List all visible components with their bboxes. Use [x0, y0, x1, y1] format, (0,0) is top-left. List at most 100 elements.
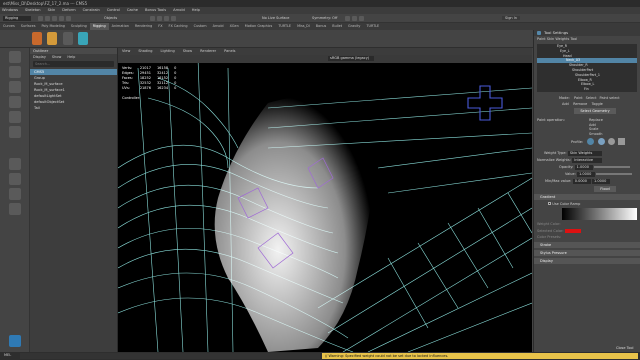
- undo-icon[interactable]: [59, 16, 64, 21]
- mode-option[interactable]: Paint select: [599, 96, 619, 100]
- outliner-item[interactable]: Tail: [30, 105, 117, 111]
- max-value-field[interactable]: 1.0000: [592, 179, 611, 184]
- rotate-tool-icon[interactable]: [9, 111, 21, 123]
- shelf-tab[interactable]: XGen: [227, 23, 242, 30]
- shelf-tab[interactable]: Rendering: [132, 23, 155, 30]
- scale-tool-icon[interactable]: [9, 126, 21, 138]
- paint-op-option[interactable]: Smooth: [589, 132, 640, 137]
- weight-type-dropdown[interactable]: Skin Weights: [567, 151, 602, 156]
- value-slider[interactable]: [596, 173, 633, 175]
- outliner-search[interactable]: [33, 61, 114, 67]
- profile-gaussian-icon[interactable]: [587, 138, 595, 145]
- shelf-tab[interactable]: Bonus: [313, 23, 329, 30]
- shelf-tab[interactable]: TURTLE: [275, 23, 294, 30]
- shelf-tab[interactable]: FX: [155, 23, 165, 30]
- outliner-search-input[interactable]: [33, 61, 114, 67]
- graph-layout-icon[interactable]: [9, 203, 21, 215]
- new-scene-icon[interactable]: [38, 16, 43, 21]
- section-header[interactable]: Stylus Pressure: [534, 250, 640, 256]
- workspace-selector[interactable]: Rigging: [3, 16, 31, 21]
- menu-control[interactable]: Control: [105, 7, 120, 14]
- influence-item[interactable]: Fin: [537, 87, 637, 92]
- ipr-render-icon[interactable]: [352, 16, 357, 21]
- bind-skin-icon[interactable]: [62, 32, 73, 45]
- menu-skin[interactable]: Skin: [46, 7, 56, 14]
- shelf-tab[interactable]: FX Caching: [166, 23, 191, 30]
- viewport-menu-panels[interactable]: Panels: [224, 49, 235, 53]
- opacity-slider[interactable]: [593, 166, 630, 168]
- menu-bonus-tools[interactable]: Bonus Tools: [143, 7, 166, 14]
- snap-grid-icon[interactable]: [150, 16, 155, 21]
- color-management-field[interactable]: sRGB gamma (legacy): [328, 56, 374, 61]
- section-header[interactable]: Stroke: [534, 242, 640, 248]
- viewport-menu-lighting[interactable]: Lighting: [161, 49, 175, 53]
- viewport[interactable]: View Shading Lighting Show Renderer Panels sR…: [118, 48, 532, 352]
- shelf-tab[interactable]: Arnold: [210, 23, 227, 30]
- flood-button[interactable]: Flood: [594, 186, 616, 192]
- toggle-radio[interactable]: Toggle: [592, 102, 603, 106]
- command-input[interactable]: [20, 353, 320, 359]
- menu-arnold[interactable]: Arnold: [171, 7, 185, 14]
- close-tool-button[interactable]: Close Tool: [616, 346, 633, 350]
- viewport-menu-show[interactable]: Show: [183, 49, 192, 53]
- profile-soft-icon[interactable]: [597, 138, 605, 145]
- sign-in-button[interactable]: Sign In: [502, 16, 520, 20]
- mel-label[interactable]: MEL: [4, 353, 11, 357]
- viewport-menu-renderer[interactable]: Renderer: [200, 49, 216, 53]
- menu-constrain[interactable]: Constrain: [81, 7, 100, 14]
- symmetry-label[interactable]: Symmetry: Off: [312, 16, 337, 20]
- menu-help[interactable]: Help: [190, 7, 200, 14]
- snap-curve-icon[interactable]: [157, 16, 162, 21]
- save-scene-icon[interactable]: [52, 16, 57, 21]
- shelf-tab[interactable]: Rigging: [89, 23, 109, 30]
- mode-option[interactable]: Select: [586, 96, 597, 100]
- viewport-menu-view[interactable]: View: [122, 49, 130, 53]
- select-tool-icon[interactable]: [9, 51, 21, 63]
- use-color-ramp-checkbox[interactable]: [548, 202, 551, 205]
- open-scene-icon[interactable]: [45, 16, 50, 21]
- shelf-tab[interactable]: Motion Graphics: [242, 23, 276, 30]
- shelf-tab[interactable]: Gravity: [345, 23, 363, 30]
- shelf-tab[interactable]: Miss_DI: [294, 23, 313, 30]
- render-icon[interactable]: [345, 16, 350, 21]
- shelf-tab[interactable]: Custom: [191, 23, 210, 30]
- add-radio[interactable]: Add: [562, 102, 569, 106]
- outliner-layout-icon[interactable]: [9, 188, 21, 200]
- paint-weights-icon[interactable]: [77, 32, 88, 45]
- ik-handle-icon[interactable]: [47, 32, 58, 45]
- profile-solid-icon[interactable]: [607, 138, 615, 145]
- shelf-tab[interactable]: Animation: [109, 23, 132, 30]
- four-view-icon[interactable]: [9, 173, 21, 185]
- color-ramp[interactable]: [562, 208, 637, 220]
- shelf-tab[interactable]: Bullet: [329, 23, 345, 30]
- outliner-menu-display[interactable]: Display: [33, 55, 46, 59]
- objects-mode-label[interactable]: Objects: [104, 16, 117, 20]
- menu-deform[interactable]: Deform: [60, 7, 75, 14]
- lasso-tool-icon[interactable]: [9, 66, 21, 78]
- outliner-menu-show[interactable]: Show: [52, 55, 61, 59]
- shelf-tab[interactable]: TURTLE: [363, 23, 382, 30]
- select-geometry-button[interactable]: Select Geometry: [574, 108, 616, 114]
- redo-icon[interactable]: [66, 16, 71, 21]
- joint-tool-icon[interactable]: [32, 32, 42, 45]
- remove-radio[interactable]: Remove: [573, 102, 587, 106]
- live-surface-label[interactable]: No Live Surface: [262, 16, 289, 20]
- snap-plane-icon[interactable]: [171, 16, 176, 21]
- min-value-field[interactable]: 0.0000: [572, 179, 591, 184]
- outliner-menu-help[interactable]: Help: [67, 55, 75, 59]
- profile-square-icon[interactable]: [618, 138, 626, 145]
- single-view-icon[interactable]: [9, 158, 21, 170]
- paint-select-icon[interactable]: [9, 81, 21, 93]
- viewport-menu-shading[interactable]: Shading: [138, 49, 152, 53]
- influence-list[interactable]: Eye_R Eye_L Head Neck_03 Shoulder_R ShoulderP…: [537, 44, 637, 92]
- menu-skeleton[interactable]: Skeleton: [23, 7, 41, 14]
- mode-option[interactable]: Paint: [574, 96, 583, 100]
- selected-color-swatch[interactable]: [564, 229, 581, 233]
- move-tool-icon[interactable]: [9, 96, 21, 108]
- gradient-section[interactable]: Gradient: [534, 194, 640, 200]
- shelf-tab[interactable]: Curves: [0, 23, 18, 30]
- opacity-field[interactable]: 1.0000: [574, 165, 593, 170]
- normalize-dropdown[interactable]: Interactive: [572, 158, 603, 163]
- shelf-tab[interactable]: Poly Modeling: [38, 23, 67, 30]
- snap-point-icon[interactable]: [164, 16, 169, 21]
